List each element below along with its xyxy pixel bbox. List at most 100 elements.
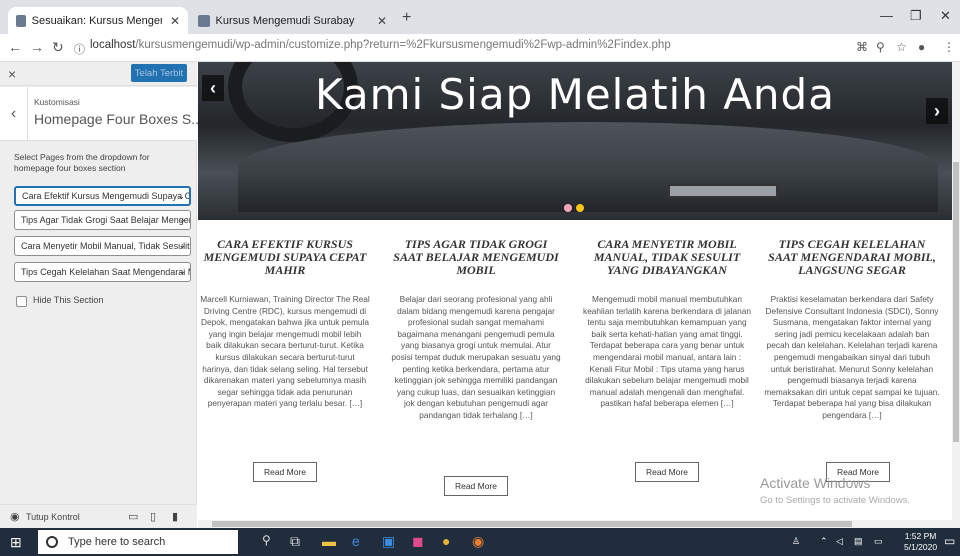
desktop-preview-icon[interactable]: ▭ bbox=[128, 510, 138, 523]
slider-dot-active[interactable] bbox=[576, 204, 584, 212]
box-3: CARA MENYETIR MOBIL MANUAL, TIDAK SESULI… bbox=[582, 238, 752, 410]
page-select-1[interactable]: Cara Efektif Kursus Mengemudi Supaya Cep… bbox=[14, 186, 191, 206]
collapse-controls-label[interactable]: Tutup Kontrol bbox=[26, 512, 80, 522]
box-excerpt: Belajar dari seorang profesional yang ah… bbox=[391, 294, 561, 420]
scroll-thumb[interactable] bbox=[212, 521, 852, 527]
edge-icon[interactable]: e bbox=[352, 533, 360, 549]
chevron-down-icon: ⌄ bbox=[178, 240, 186, 250]
browser-tab-bar: Sesuaikan: Kursus Mengemudi S ✕ Kursus M… bbox=[0, 0, 960, 34]
slider-prev-icon[interactable]: ‹ bbox=[202, 75, 224, 101]
chevron-down-icon: ⌄ bbox=[177, 191, 185, 201]
back-icon[interactable]: ← bbox=[8, 39, 22, 55]
vertical-scrollbar[interactable] bbox=[952, 62, 960, 528]
taskbar-clock[interactable]: 1:52 PM 5/1/2020 bbox=[904, 531, 937, 553]
section-header: ‹ Kustomisasi Homepage Four Boxes S... bbox=[0, 87, 203, 141]
url-host: localhost bbox=[90, 39, 136, 51]
box-4: TIPS CEGAH KELELAHAN SAAT MENGENDARAI MO… bbox=[764, 238, 940, 422]
slider-next-icon[interactable]: › bbox=[926, 98, 948, 124]
activate-windows-subtitle: Go to Settings to activate Windows. bbox=[760, 495, 910, 506]
tablet-preview-icon[interactable]: ▯ bbox=[150, 510, 156, 523]
hide-section-checkbox[interactable] bbox=[16, 296, 27, 307]
tab-title: Kursus Mengemudi Surabaya bbox=[215, 14, 355, 27]
translate-icon[interactable]: ⌘ bbox=[856, 40, 868, 54]
box-excerpt: Marcell Kurniawan, Training Director The… bbox=[200, 294, 370, 409]
chevron-down-icon: ⌄ bbox=[178, 266, 186, 276]
box-excerpt: Praktisi keselamatan berkendara dari Saf… bbox=[764, 294, 940, 420]
app-icon[interactable]: ◼ bbox=[412, 533, 424, 550]
tab-customizer[interactable]: Sesuaikan: Kursus Mengemudi S ✕ bbox=[8, 7, 188, 34]
customizer-sidebar: × Telah Terbit ‹ Kustomisasi Homepage Fo… bbox=[0, 62, 203, 528]
forward-icon[interactable]: → bbox=[30, 39, 44, 55]
read-more-button[interactable]: Read More bbox=[253, 462, 317, 482]
select-value: Cara Efektif Kursus Mengemudi Supaya Cep… bbox=[22, 191, 191, 201]
windows-taskbar: ⊞ Type here to search ⚲ ⧉ ▬ e ▣ ◼ ● ◉ ♙ … bbox=[0, 528, 960, 556]
horizontal-scrollbar[interactable] bbox=[198, 520, 952, 528]
dashboard-graphic bbox=[238, 122, 938, 212]
page-select-3[interactable]: Cara Menyetir Mobil Manual, Tidak Sesuli… bbox=[14, 236, 191, 256]
windows-start-icon[interactable]: ⊞ bbox=[10, 534, 22, 551]
read-more-button[interactable]: Read More bbox=[444, 476, 508, 496]
address-bar-row: ← → ↻ ⓘ localhost/kursusmengemudi/wp-adm… bbox=[0, 34, 960, 62]
file-explorer-icon[interactable]: ▬ bbox=[322, 533, 336, 549]
site-favicon-icon bbox=[16, 14, 26, 27]
back-chevron-icon[interactable]: ‹ bbox=[0, 87, 28, 141]
page-select-2[interactable]: Tips Agar Tidak Grogi Saat Belajar Menge… bbox=[14, 210, 191, 230]
publish-button[interactable]: Telah Terbit bbox=[131, 64, 187, 82]
window-close-icon[interactable]: ✕ bbox=[940, 8, 951, 24]
site-favicon-icon bbox=[198, 14, 210, 27]
clock-date: 5/1/2020 bbox=[904, 542, 938, 552]
hero-slider: Kami Siap Melatih Anda ‹ › bbox=[198, 62, 952, 220]
people-icon[interactable]: ♙ bbox=[792, 536, 800, 547]
profile-icon[interactable]: ● bbox=[918, 40, 925, 54]
hide-section-label: Hide This Section bbox=[33, 295, 104, 305]
new-tab-button[interactable]: + bbox=[402, 9, 411, 27]
section-description: Select Pages from the dropdown for homep… bbox=[14, 152, 150, 173]
site-preview: Kami Siap Melatih Anda ‹ › CARA EFEKTIF … bbox=[198, 62, 952, 528]
zoom-icon[interactable]: ⚲ bbox=[876, 40, 885, 54]
select-value: Tips Agar Tidak Grogi Saat Belajar Menge… bbox=[21, 215, 190, 225]
chrome-icon[interactable]: ◉ bbox=[472, 533, 484, 550]
maps-icon[interactable]: ● bbox=[442, 533, 450, 549]
page-select-4[interactable]: Tips Cegah Kelelahan Saat Mengendarai Mo… bbox=[14, 262, 191, 282]
battery-icon[interactable]: ▭ bbox=[874, 536, 883, 547]
activate-windows-title: Activate Windows bbox=[760, 475, 871, 491]
menu-icon[interactable]: ⋮ bbox=[943, 40, 955, 54]
tab-site[interactable]: Kursus Mengemudi Surabaya ✕ bbox=[190, 7, 395, 34]
url-field[interactable]: localhost/kursusmengemudi/wp-admin/custo… bbox=[90, 39, 671, 51]
select-value: Cara Menyetir Mobil Manual, Tidak Sesuli… bbox=[21, 241, 190, 251]
section-title: Homepage Four Boxes S... bbox=[34, 111, 203, 127]
box-title[interactable]: TIPS AGAR TIDAK GROGI SAAT BELAJAR MENGE… bbox=[391, 238, 561, 277]
mobile-preview-icon[interactable]: ▮ bbox=[172, 510, 178, 523]
tab-close-icon[interactable]: ✕ bbox=[170, 14, 180, 28]
close-customizer-icon[interactable]: × bbox=[8, 66, 16, 82]
chevron-down-icon: ⌄ bbox=[178, 214, 186, 224]
reload-icon[interactable]: ↻ bbox=[52, 39, 64, 56]
maximize-icon[interactable]: ❐ bbox=[910, 8, 922, 24]
store-icon[interactable]: ▣ bbox=[382, 533, 395, 550]
network-icon[interactable]: ▤ bbox=[854, 536, 863, 547]
slider-dot[interactable] bbox=[564, 204, 572, 212]
microphone-icon[interactable]: ⚲ bbox=[262, 533, 271, 547]
bookmark-star-icon[interactable]: ☆ bbox=[896, 40, 907, 54]
box-title[interactable]: CARA EFEKTIF KURSUS MENGEMUDI SUPAYA CEP… bbox=[200, 238, 370, 277]
cortana-icon bbox=[46, 536, 58, 548]
task-view-icon[interactable]: ⧉ bbox=[290, 533, 300, 550]
tray-chevron-icon[interactable]: ⌃ bbox=[820, 536, 828, 547]
info-icon[interactable]: ⓘ bbox=[74, 41, 85, 57]
box-title[interactable]: CARA MENYETIR MOBIL MANUAL, TIDAK SESULI… bbox=[582, 238, 752, 277]
taskbar-search-box[interactable]: Type here to search bbox=[38, 530, 238, 554]
volume-icon[interactable]: ◁ bbox=[836, 536, 843, 547]
collapse-controls-icon[interactable]: ◉ bbox=[10, 510, 20, 523]
minimize-icon[interactable]: — bbox=[880, 8, 893, 23]
select-value: Tips Cegah Kelelahan Saat Mengendarai Mo… bbox=[21, 267, 190, 277]
scroll-thumb[interactable] bbox=[953, 162, 959, 442]
box-2: TIPS AGAR TIDAK GROGI SAAT BELAJAR MENGE… bbox=[391, 238, 561, 422]
notifications-icon[interactable]: ▭ bbox=[944, 534, 955, 548]
hero-title: Kami Siap Melatih Anda bbox=[315, 70, 835, 119]
read-more-button[interactable]: Read More bbox=[635, 462, 699, 482]
box-1: CARA EFEKTIF KURSUS MENGEMUDI SUPAYA CEP… bbox=[200, 238, 370, 410]
box-excerpt: Mengemudi mobil manual membutuhkan keahl… bbox=[583, 294, 751, 409]
box-title[interactable]: TIPS CEGAH KELELAHAN SAAT MENGENDARAI MO… bbox=[764, 238, 940, 277]
url-path: /kursusmengemudi/wp-admin/customize.php?… bbox=[135, 39, 671, 51]
tab-close-icon[interactable]: ✕ bbox=[377, 14, 387, 28]
